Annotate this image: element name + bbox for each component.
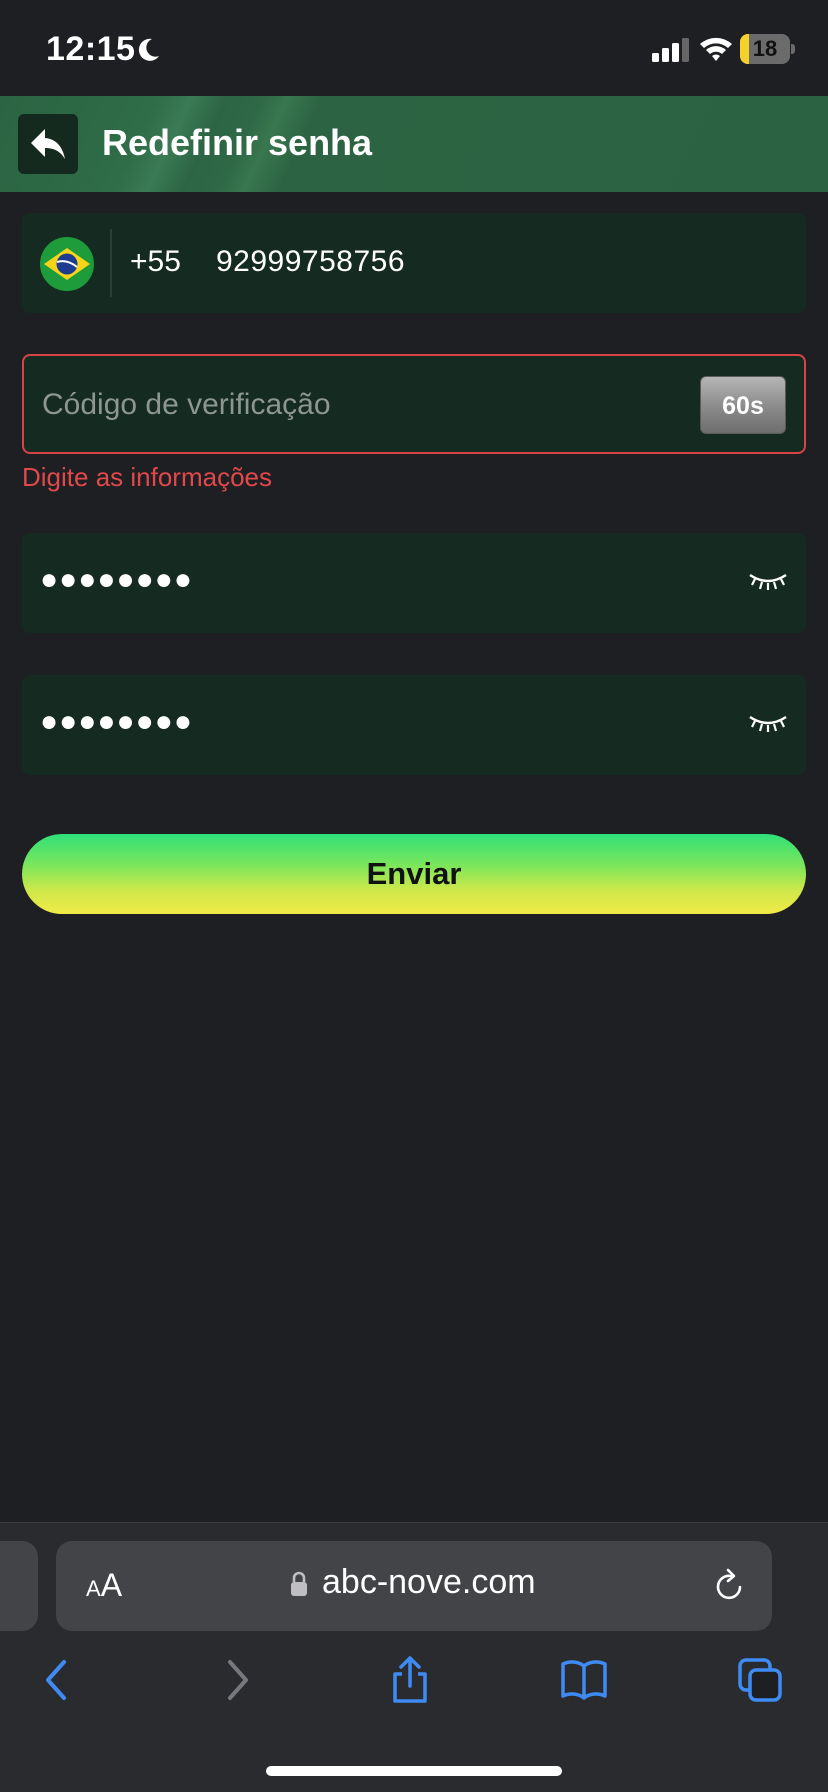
divider	[110, 229, 112, 297]
text-size-button[interactable]: AA	[86, 1567, 122, 1604]
text-size-small: A	[86, 1576, 101, 1601]
verification-code-input[interactable]: Código de verificação	[42, 388, 331, 422]
previous-tab-peek[interactable]	[0, 1541, 38, 1631]
status-bar: 12:15 18	[0, 0, 828, 96]
confirm-password-field[interactable]: ●●●●●●●●	[22, 675, 806, 775]
back-arrow-icon	[31, 129, 65, 159]
address-bar[interactable]: AA abc-nove.com	[56, 1541, 772, 1631]
share-icon[interactable]	[386, 1656, 434, 1704]
signal-icon	[652, 38, 689, 62]
back-icon[interactable]	[34, 1656, 82, 1704]
phone-number-input[interactable]: 92999758756	[216, 245, 405, 279]
battery-level: 18	[752, 36, 778, 61]
moon-icon	[138, 38, 159, 61]
lock-icon	[291, 1571, 307, 1596]
wifi-icon	[700, 37, 732, 61]
status-time: 12:15	[46, 30, 136, 68]
page-title: Redefinir senha	[102, 122, 373, 163]
reload-icon[interactable]	[712, 1567, 748, 1605]
password-field[interactable]: ●●●●●●●●	[22, 533, 806, 633]
resend-code-button[interactable]: 60s	[700, 376, 786, 434]
screen: 12:15 18 Redefinir senha +55 92999758756…	[0, 0, 828, 1792]
verification-code-field[interactable]: Código de verificação 60s	[22, 354, 806, 454]
brazil-flag-icon[interactable]	[40, 237, 94, 291]
country-code[interactable]: +55	[130, 245, 181, 279]
forward-icon[interactable]	[212, 1656, 260, 1704]
confirm-password-input[interactable]: ●●●●●●●●	[40, 705, 193, 739]
bookmarks-icon[interactable]	[560, 1656, 608, 1704]
submit-button[interactable]: Enviar	[22, 834, 806, 914]
battery-icon: 18	[740, 34, 795, 64]
eye-closed-icon[interactable]	[748, 569, 788, 591]
password-input[interactable]: ●●●●●●●●	[40, 563, 193, 597]
back-button[interactable]	[18, 114, 78, 174]
header: Redefinir senha	[0, 96, 828, 192]
eye-closed-icon[interactable]	[748, 711, 788, 733]
url-text[interactable]: abc-nove.com	[322, 1563, 536, 1602]
tabs-icon[interactable]	[736, 1656, 784, 1704]
error-message: Digite as informações	[22, 462, 272, 492]
phone-field[interactable]: +55 92999758756	[22, 213, 806, 313]
text-size-large: A	[100, 1567, 123, 1603]
home-indicator	[266, 1766, 562, 1776]
